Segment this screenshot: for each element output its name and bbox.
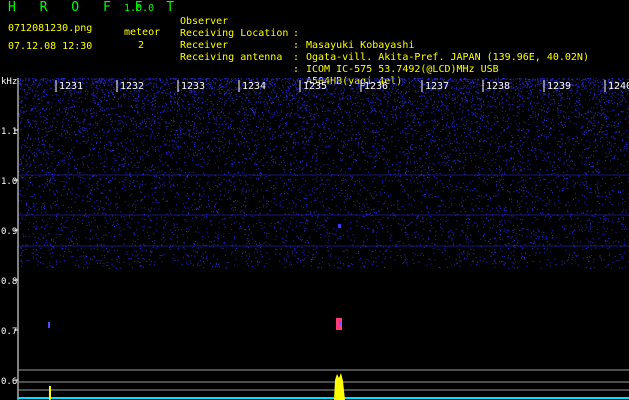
axis-layer: kHz 1.1 1.0 0.9 0.8 0.7 0.6 1231 1232 1233 1234 123… xyxy=(1,77,629,400)
spectrogram-panel: kHz 1.1 1.0 0.9 0.8 0.7 0.6 1231 1232 1233 1234 123… xyxy=(1,77,629,400)
signal-layer xyxy=(48,224,345,400)
time-tick-label: 1236 xyxy=(364,81,388,92)
time-tick-label: 1235 xyxy=(303,81,327,92)
noise-field xyxy=(18,78,629,269)
time-tick-label: 1239 xyxy=(547,81,571,92)
y-unit-label: kHz xyxy=(1,77,17,87)
amplitude-spike-small xyxy=(49,386,51,400)
time-tick-label: 1234 xyxy=(242,81,266,92)
time-tick-label: 1233 xyxy=(181,81,205,92)
time-tick-label: 1232 xyxy=(120,81,144,92)
y-tick-label: 0.9 xyxy=(1,227,17,237)
meteor-echo-faint xyxy=(338,224,341,228)
y-tick-label: 0.7 xyxy=(1,327,17,337)
y-tick-label: 0.8 xyxy=(1,277,17,287)
noise-dots xyxy=(18,78,629,269)
meteor-echo-core xyxy=(339,321,341,325)
y-tick-label: 0.6 xyxy=(1,377,17,387)
meteor-echo-weak xyxy=(48,322,50,328)
amplitude-spike xyxy=(334,373,345,400)
time-tick-label: 1237 xyxy=(425,81,449,92)
time-tick-label: 1240 xyxy=(608,81,629,92)
y-tick-label: 1.0 xyxy=(1,177,17,187)
time-tick-label: 1231 xyxy=(59,81,83,92)
y-tick-label: 1.1 xyxy=(1,127,17,137)
time-tick-label: 1238 xyxy=(486,81,510,92)
